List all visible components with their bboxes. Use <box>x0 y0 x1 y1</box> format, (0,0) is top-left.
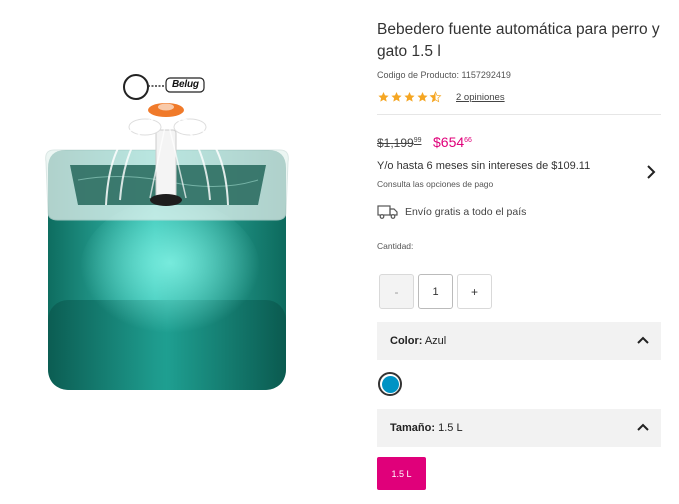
shipping-text: Envío gratis a todo el país <box>405 206 527 218</box>
size-option-button[interactable]: 1.5 L <box>377 457 426 490</box>
star-full-icon <box>391 92 402 102</box>
chevron-up-icon[interactable] <box>637 422 649 434</box>
quantity-decrease-button[interactable]: - <box>379 274 414 309</box>
payment-options-link[interactable]: Consulta las opciones de pago <box>377 179 493 189</box>
quantity-label: Cantidad: <box>377 241 414 251</box>
pet-fountain-illustration <box>45 74 289 390</box>
product-sku: Codigo de Producto: 1157292419 <box>377 70 511 80</box>
chevron-up-icon[interactable] <box>637 335 649 347</box>
brand-logo-text: Belug <box>172 79 199 90</box>
truck-icon <box>377 205 398 219</box>
divider <box>377 114 661 115</box>
product-image: Belug <box>0 0 350 504</box>
old-price: $1,19999 <box>377 136 422 150</box>
quantity-increase-button[interactable]: + <box>457 274 492 309</box>
rating-stars <box>377 91 442 103</box>
color-accordion[interactable]: Color: Azul <box>377 322 661 360</box>
quantity-input[interactable] <box>418 274 453 309</box>
size-accordion[interactable]: Tamaño: 1.5 L <box>377 409 661 447</box>
reviews-link[interactable]: 2 opiniones <box>456 92 505 103</box>
sale-price: $65466 <box>433 134 472 150</box>
quantity-stepper: - + <box>379 274 492 309</box>
star-full-icon <box>417 92 428 102</box>
product-rating: 2 opiniones <box>377 91 505 103</box>
star-full-icon <box>378 92 389 102</box>
star-full-icon <box>404 92 415 102</box>
swatch-fill <box>381 375 399 393</box>
color-label: Color: Azul <box>390 335 447 347</box>
color-swatch-blue[interactable] <box>378 372 402 396</box>
product-title: Bebedero fuente automática para perro y … <box>377 21 660 60</box>
size-label: Tamaño: 1.5 L <box>390 422 463 434</box>
chevron-right-icon[interactable] <box>645 164 657 180</box>
star-half-icon <box>429 91 442 103</box>
shipping-info: Envío gratis a todo el país <box>377 205 526 219</box>
installments-text: Y/o hasta 6 meses sin intereses de $109.… <box>377 160 591 172</box>
